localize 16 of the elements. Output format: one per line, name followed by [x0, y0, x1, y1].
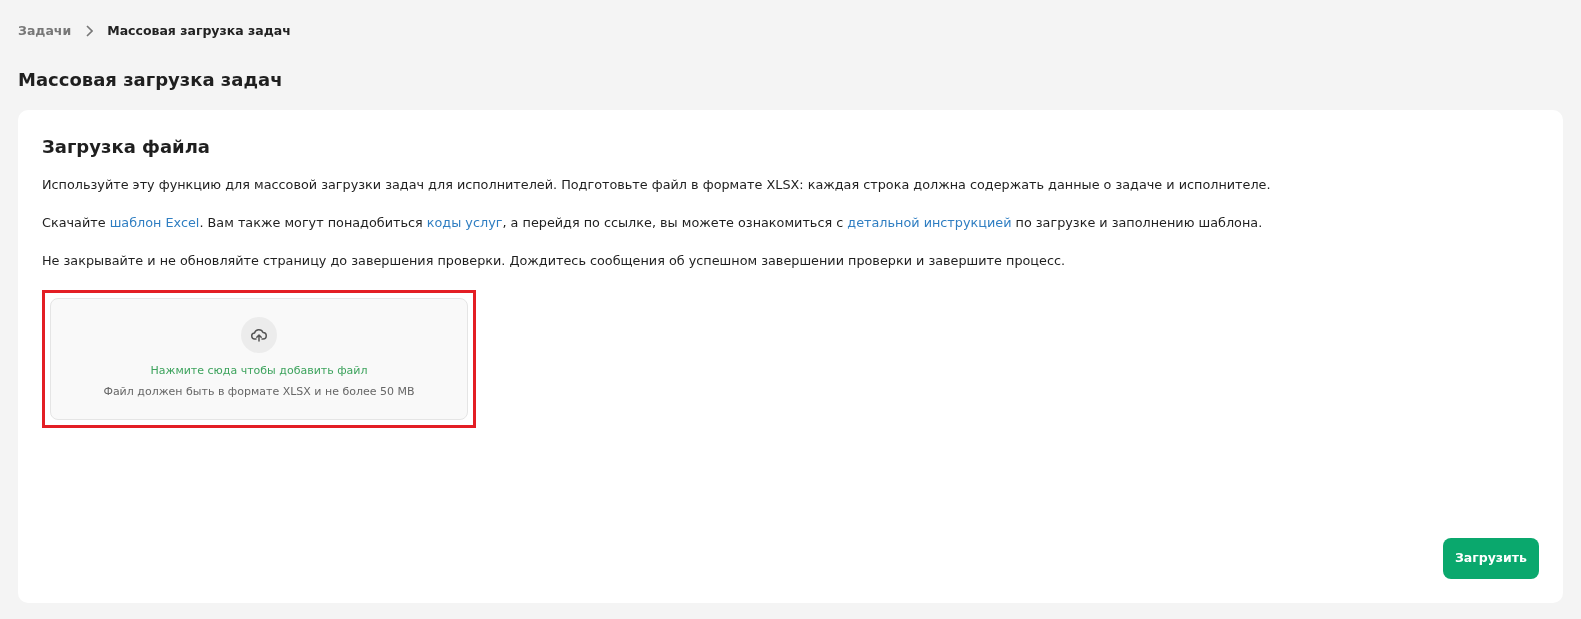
upload-icon	[241, 317, 277, 354]
instruction-text: Используйте эту функцию для массовой загрузки задач для исполнителей. Подготовьте файл в формате XLSX: каждая строка должна содержать данные о задаче и исполнителе.	[42, 175, 1272, 194]
dropzone-hint: Файл должен быть в формате XLSX и не более 50 MB	[103, 383, 415, 400]
file-dropzone[interactable]: Нажмите сюда чтобы добавить файл Файл должен быть в формате XLSX и не более 50 MB	[50, 297, 468, 420]
instruction-text: Скачайте шаблон Excel. Вам также могут понадобиться коды услуг, а перейдя по ссылке, вы можете ознакомиться с детальной инструкцией по загрузке и заполнению шаблона.	[42, 213, 1264, 232]
instruction-text: Не закрывайте и не обновляйте страницу до завершения проверки. Дождитесь сообщения об успешном завершении проверки и завершите процесс.	[42, 251, 1067, 270]
chevron-right-icon	[85, 25, 94, 38]
text-link[interactable]: шаблон Excel	[109, 214, 200, 230]
breadcrumb-current: Массовая загрузка задач	[107, 22, 291, 40]
text-link[interactable]: детальной инструкцией	[847, 214, 1012, 230]
dropzone-action: Нажмите сюда чтобы добавить файл	[150, 363, 368, 380]
breadcrumb-link[interactable]: Задачи	[18, 22, 72, 41]
card-title: Загрузка файла	[42, 136, 211, 158]
text-link[interactable]: коды услуг	[426, 214, 503, 230]
upload-button[interactable]: Загрузить	[1442, 538, 1539, 579]
page-title: Массовая загрузка задач	[18, 68, 284, 91]
